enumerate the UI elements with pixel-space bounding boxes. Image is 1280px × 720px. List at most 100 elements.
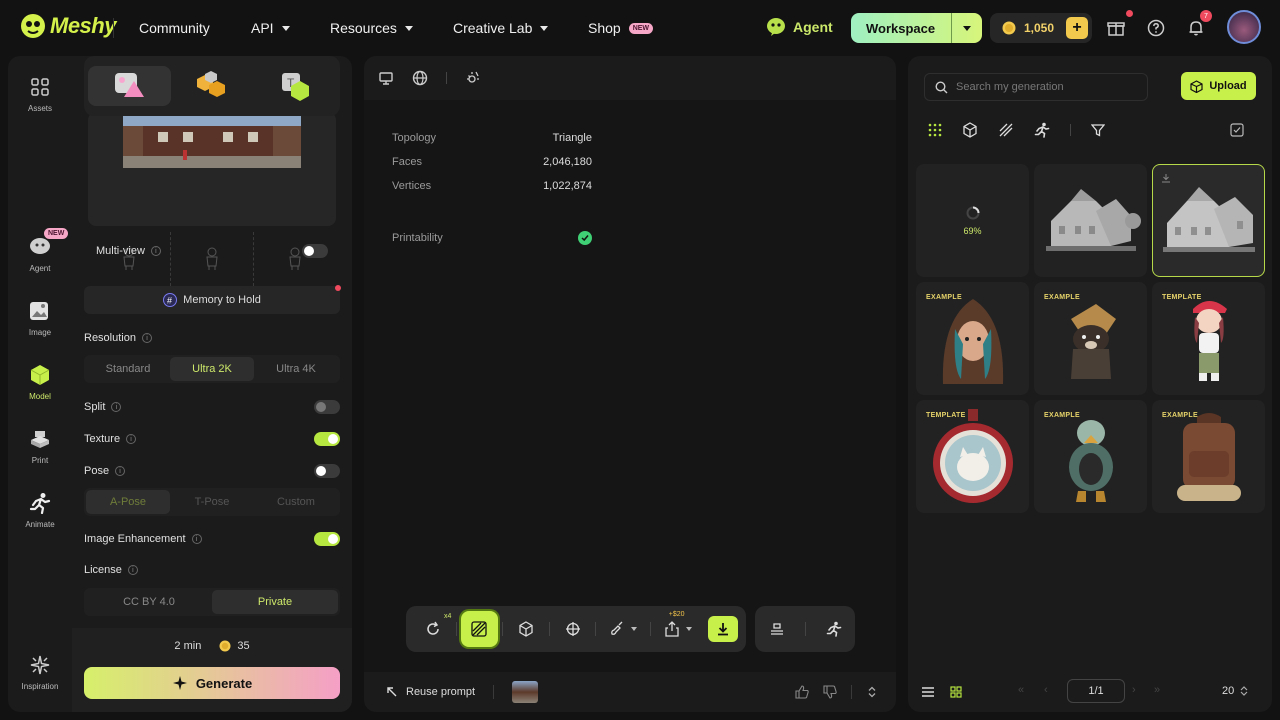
next-page-icon[interactable]: › xyxy=(1132,684,1136,696)
cube-icon[interactable] xyxy=(962,122,978,138)
pose-toggle[interactable] xyxy=(314,464,340,478)
globe-icon[interactable] xyxy=(412,70,428,86)
select-checkbox-icon[interactable] xyxy=(1230,123,1244,137)
template-card-girl[interactable]: TEMPLATE xyxy=(1152,282,1265,395)
info-icon[interactable]: i xyxy=(126,434,137,444)
animate-button[interactable] xyxy=(815,611,853,647)
nav-api[interactable]: API xyxy=(251,20,290,36)
nav-api-label: API xyxy=(251,20,274,36)
reuse-prompt-label: Reuse prompt xyxy=(406,686,476,698)
add-credits-button[interactable]: + xyxy=(1066,17,1088,39)
view-slot[interactable] xyxy=(254,232,336,286)
view-slot[interactable] xyxy=(171,232,254,286)
template-card-medallion[interactable]: TEMPLATE xyxy=(916,400,1029,513)
memory-to-hold-button[interactable]: # Memory to Hold xyxy=(84,286,340,314)
grid-view-icon[interactable] xyxy=(950,686,962,698)
prev-page-icon[interactable]: ‹ xyxy=(1044,684,1048,696)
running-figure-icon[interactable] xyxy=(1034,122,1050,138)
bell-icon[interactable] xyxy=(1187,19,1205,37)
stylize-button[interactable] xyxy=(600,611,646,647)
generation-card[interactable] xyxy=(1034,164,1147,277)
texture-view-button[interactable] xyxy=(460,611,499,647)
nav-creative-lab[interactable]: Creative Lab xyxy=(453,20,549,36)
info-icon[interactable]: i xyxy=(191,534,202,544)
multi-view-toggle[interactable] xyxy=(302,244,328,258)
download-icon[interactable] xyxy=(1161,173,1171,183)
last-page-icon[interactable]: » xyxy=(1154,684,1160,696)
info-icon[interactable]: i xyxy=(111,402,122,412)
search-input[interactable] xyxy=(956,81,1146,93)
source-image-thumbnail[interactable] xyxy=(512,681,539,703)
rail-item-agent[interactable]: NEW Agent xyxy=(8,228,72,273)
resolution-ultra-2k[interactable]: Ultra 2K xyxy=(170,357,254,381)
tab-multi-image[interactable] xyxy=(171,66,254,106)
hatch-texture-icon[interactable] xyxy=(998,122,1014,138)
pose-custom[interactable]: Custom xyxy=(254,490,338,514)
rail-item-animate[interactable]: Animate xyxy=(8,492,72,529)
license-private[interactable]: Private xyxy=(212,590,338,614)
nav-resources[interactable]: Resources xyxy=(330,20,413,36)
help-icon[interactable] xyxy=(1147,19,1165,37)
tab-image-to-3d[interactable] xyxy=(88,66,171,106)
agent-nav-button[interactable]: Agent xyxy=(766,17,833,37)
export-button[interactable]: +$20 xyxy=(655,611,701,647)
info-icon[interactable]: i xyxy=(127,565,138,575)
chevron-down-icon xyxy=(631,627,638,631)
page-indicator[interactable]: 1/1 xyxy=(1067,679,1125,703)
nav-shop-label: Shop xyxy=(588,20,621,36)
pose-t[interactable]: T-Pose xyxy=(170,490,254,514)
uploaded-image-card[interactable] xyxy=(88,112,336,226)
gift-icon[interactable] xyxy=(1107,19,1125,37)
wireframe-button[interactable] xyxy=(507,611,545,647)
tab-text-to-3d[interactable]: T xyxy=(253,66,336,106)
user-avatar[interactable] xyxy=(1227,10,1261,44)
download-button[interactable] xyxy=(708,616,738,642)
expand-chevrons-icon[interactable] xyxy=(866,686,878,698)
thumbs-down-icon[interactable] xyxy=(823,685,837,699)
chevron-down-icon xyxy=(281,25,290,31)
rail-item-model[interactable]: Model xyxy=(8,364,72,401)
nav-shop[interactable]: Shop NEW xyxy=(588,20,654,36)
first-page-icon[interactable]: « xyxy=(1018,684,1024,696)
pose-a[interactable]: A-Pose xyxy=(86,490,170,514)
example-card-hooded-woman[interactable]: EXAMPLE xyxy=(916,282,1029,395)
workspace-button[interactable]: Workspace xyxy=(851,13,982,43)
sparkle-icon xyxy=(172,676,187,690)
generation-card-loading[interactable]: 69% xyxy=(916,164,1029,277)
image-enhancement-toggle[interactable] xyxy=(314,532,340,546)
workspace-dropdown-toggle[interactable] xyxy=(951,13,982,43)
example-card-bird[interactable]: EXAMPLE xyxy=(1034,400,1147,513)
texture-toggle[interactable] xyxy=(314,432,340,446)
info-icon[interactable]: i xyxy=(150,246,161,256)
upload-button[interactable]: Upload xyxy=(1181,72,1256,100)
license-cc-by[interactable]: CC BY 4.0 xyxy=(86,590,212,614)
thumbs-up-icon[interactable] xyxy=(795,685,809,699)
rail-item-inspiration[interactable]: Inspiration xyxy=(8,654,72,691)
logo[interactable]: Meshy xyxy=(20,13,116,39)
info-icon[interactable]: i xyxy=(141,333,152,343)
generation-card-selected[interactable] xyxy=(1152,164,1265,277)
dot-grid-icon[interactable] xyxy=(928,123,942,137)
credits-display[interactable]: 1,050 + xyxy=(990,13,1092,43)
lighting-icon[interactable] xyxy=(465,70,481,86)
split-toggle[interactable] xyxy=(314,400,340,414)
rail-item-image[interactable]: Image xyxy=(8,300,72,337)
list-view-icon[interactable] xyxy=(922,687,934,697)
resolution-standard[interactable]: Standard xyxy=(86,357,170,381)
resolution-ultra-4k[interactable]: Ultra 4K xyxy=(254,357,338,381)
info-icon[interactable]: i xyxy=(115,466,126,476)
remesh-button[interactable] xyxy=(554,611,592,647)
monitor-icon[interactable] xyxy=(378,70,394,86)
generate-button[interactable]: Generate xyxy=(84,667,340,699)
rail-item-print[interactable]: Print xyxy=(8,428,72,465)
example-card-backpack[interactable]: EXAMPLE xyxy=(1152,400,1265,513)
reuse-prompt-button[interactable]: Reuse prompt xyxy=(386,686,475,698)
regenerate-button[interactable]: x4 xyxy=(414,611,452,647)
nav-community[interactable]: Community xyxy=(139,20,210,36)
print-prep-button[interactable] xyxy=(758,611,796,647)
filter-funnel-icon[interactable] xyxy=(1091,123,1105,137)
rail-item-assets[interactable]: Assets xyxy=(8,76,72,113)
example-card-dog[interactable]: EXAMPLE xyxy=(1034,282,1147,395)
page-size-selector[interactable]: 20 xyxy=(1222,685,1248,697)
view-slot[interactable] xyxy=(88,232,171,286)
